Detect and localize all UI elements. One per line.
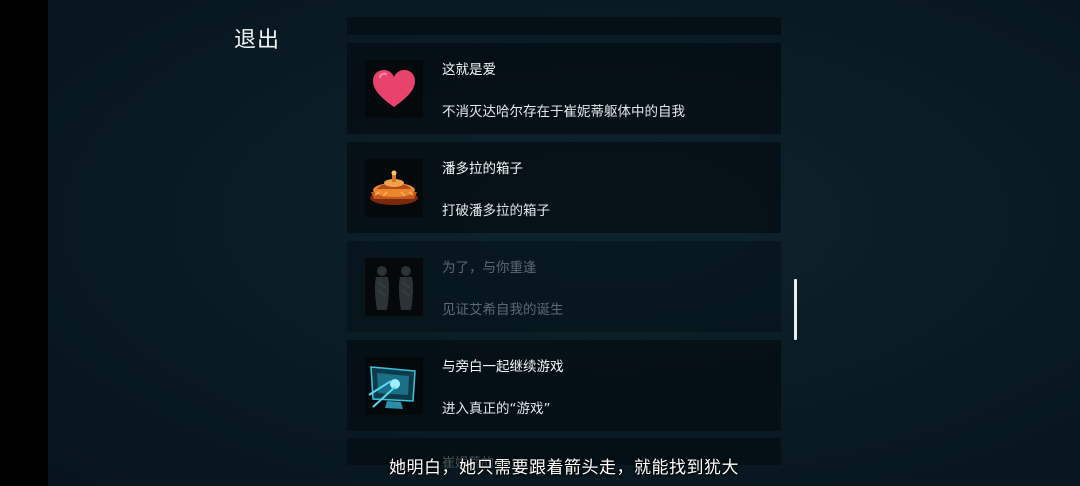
- dialogue-subtitle: 她明白，她只需要跟着箭头走，就能找到犹大: [389, 458, 739, 478]
- twin-figures-icon: [365, 258, 423, 316]
- achievement-card-pandora[interactable]: 潘多拉的箱子 打破潘多拉的箱子: [347, 142, 781, 233]
- exit-button[interactable]: 退出: [234, 22, 280, 54]
- achievement-title: 这就是爱: [442, 62, 496, 78]
- achievement-card-love[interactable]: 这就是爱 不消灭达哈尔存在于崔妮蒂躯体中的自我: [347, 43, 781, 134]
- monitor-icon: [365, 357, 423, 415]
- scrollbar[interactable]: [794, 279, 797, 340]
- achievement-title: 与旁白一起继续游戏: [442, 359, 564, 375]
- achievement-card-reunion[interactable]: 为了，与你重逢 见证艾希自我的诞生: [347, 241, 781, 332]
- achievement-title: 潘多拉的箱子: [442, 161, 523, 177]
- pandora-box-icon: [365, 159, 423, 217]
- achievement-card-narrator[interactable]: 与旁白一起继续游戏 进入真正的“游戏”: [347, 340, 781, 431]
- heart-icon: [365, 60, 423, 118]
- screen: 退出 这就是爱 不消灭达哈尔存在于崔妮蒂躯体中的自我 潘多拉的箱子 打破潘多拉的…: [0, 0, 1080, 486]
- game-area: 退出 这就是爱 不消灭达哈尔存在于崔妮蒂躯体中的自我 潘多拉的箱子 打破潘多拉的…: [48, 0, 1080, 486]
- achievement-title: 为了，与你重逢: [442, 260, 537, 276]
- achievement-description: 不消灭达哈尔存在于崔妮蒂躯体中的自我: [442, 104, 685, 120]
- achievement-description: 进入真正的“游戏”: [442, 401, 551, 417]
- achievement-description: 打破潘多拉的箱子: [442, 203, 550, 219]
- achievement-list[interactable]: 这就是爱 不消灭达哈尔存在于崔妮蒂躯体中的自我 潘多拉的箱子 打破潘多拉的箱子 …: [347, 0, 781, 486]
- achievement-description: 见证艾希自我的诞生: [442, 302, 564, 318]
- achievement-card-partial-top: [347, 17, 781, 35]
